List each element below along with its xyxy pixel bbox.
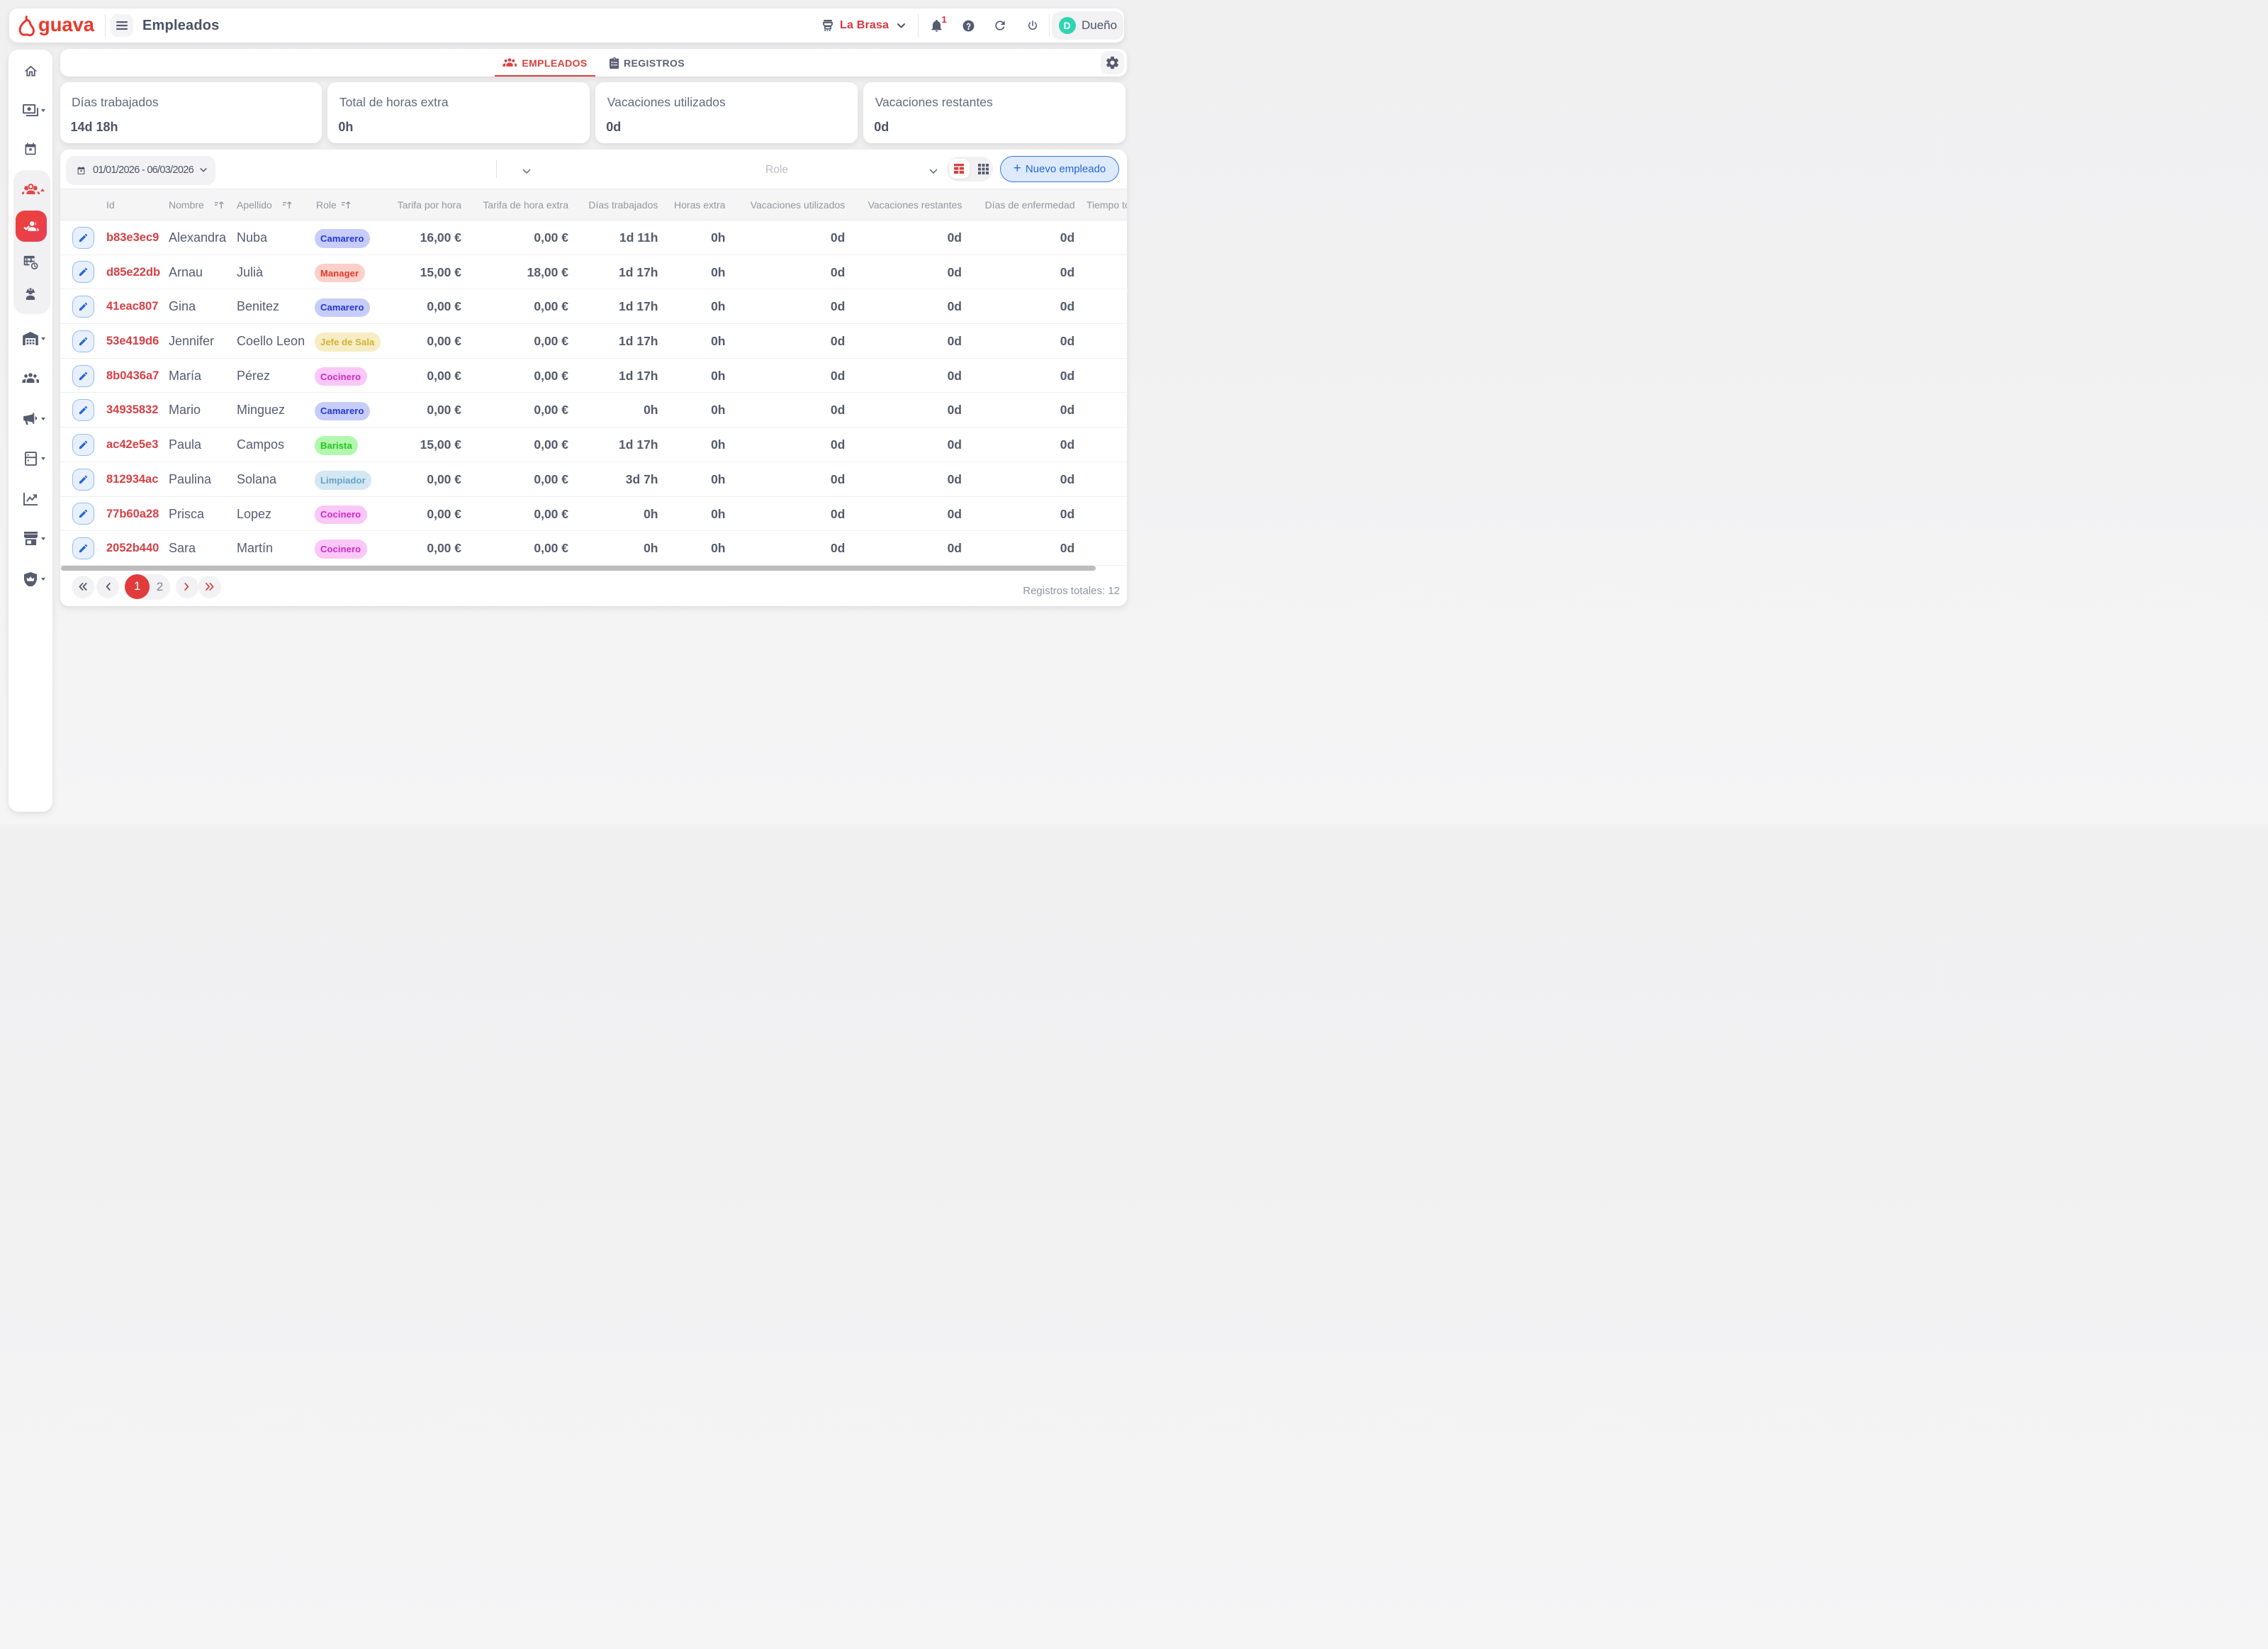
svg-text:guava: guava (38, 15, 94, 35)
